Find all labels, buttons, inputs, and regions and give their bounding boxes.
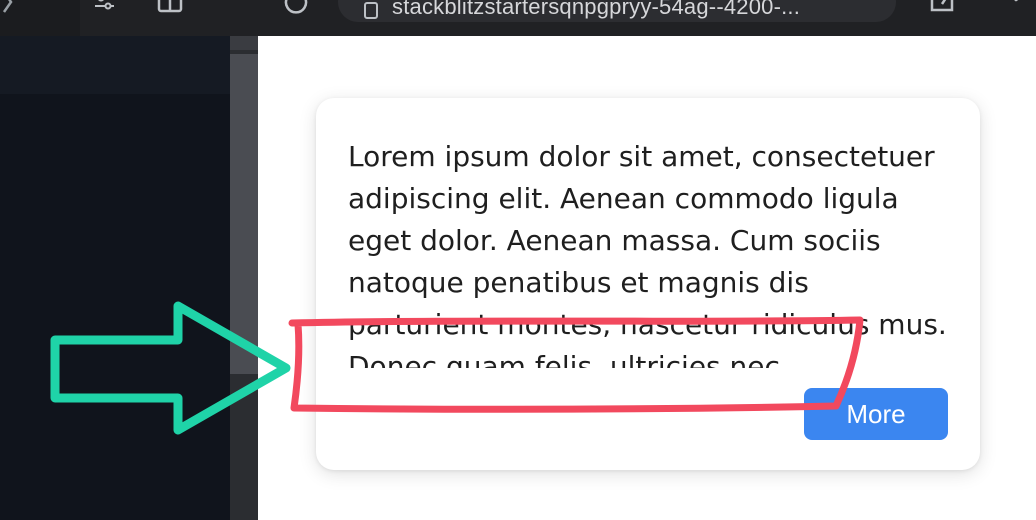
preview-pane: Lorem ipsum dolor sit amet, consectetuer… — [258, 36, 1036, 520]
address-bar[interactable]: stackblitzstartersqnpgpryy-54ag--4200-..… — [338, 0, 896, 22]
pointer-icon[interactable] — [998, 0, 1026, 16]
lock-icon — [364, 2, 378, 19]
tab-icon[interactable] — [156, 0, 184, 16]
screen: stackblitzstartersqnpgpryy-54ag--4200-..… — [0, 0, 1036, 520]
scroll-track — [230, 36, 258, 50]
more-button[interactable]: More — [804, 388, 948, 440]
scroll-thumb[interactable] — [230, 54, 258, 374]
chevron-icon[interactable] — [2, 0, 14, 14]
card-text: Lorem ipsum dolor sit amet, consectetuer… — [348, 140, 947, 368]
editor-scrollbar[interactable] — [230, 36, 258, 520]
code-editor[interactable] — [0, 36, 230, 520]
url-text: stackblitzstartersqnpgpryy-54ag--4200-..… — [392, 0, 801, 19]
sliders-icon[interactable] — [92, 0, 120, 16]
share-icon[interactable] — [928, 0, 956, 16]
refresh-icon[interactable] — [282, 0, 310, 16]
text-card: Lorem ipsum dolor sit amet, consectetuer… — [316, 98, 980, 470]
browser-toolbar: stackblitzstartersqnpgpryy-54ag--4200-..… — [0, 0, 1036, 36]
editor-active-line — [0, 36, 230, 94]
